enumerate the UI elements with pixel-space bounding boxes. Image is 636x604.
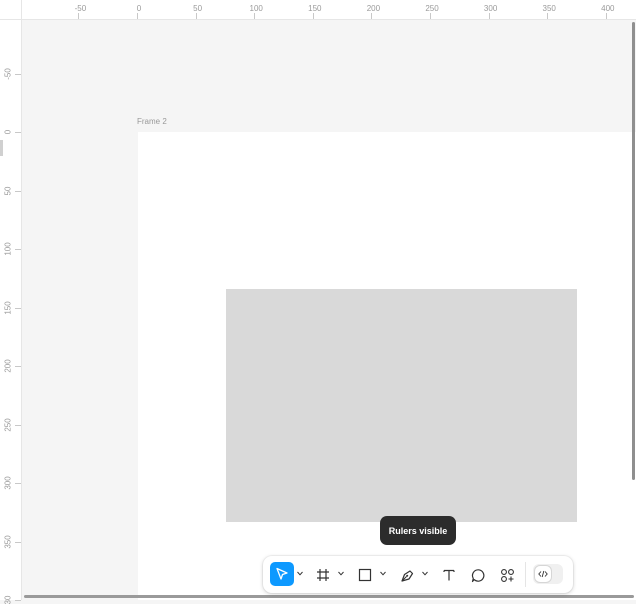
left-ruler-tick	[15, 190, 21, 192]
top-ruler-label: 50	[193, 4, 203, 13]
move-tool-button[interactable]	[270, 562, 294, 586]
toolbar-divider	[525, 562, 526, 587]
left-ruler-label: 150	[3, 300, 13, 315]
rulers-visible-toast: Rulers visible	[380, 516, 456, 545]
shapes-plus-icon	[500, 568, 514, 582]
actions-tool-button[interactable]	[497, 565, 517, 585]
code-brackets-icon	[538, 570, 548, 578]
left-ruler-label: 350	[3, 534, 13, 549]
left-ruler-tick	[15, 600, 21, 601]
dev-mode-toggle[interactable]	[533, 564, 563, 584]
left-ruler: -50 0 50 100 150 200 250 300 350 30	[0, 20, 22, 604]
rectangle-layer[interactable]	[226, 289, 577, 522]
pen-tool-button[interactable]	[397, 565, 417, 585]
top-ruler-tick	[605, 13, 607, 19]
dev-mode-knob	[535, 566, 551, 582]
top-ruler-tick	[547, 13, 549, 19]
left-ruler-tick	[15, 307, 21, 309]
top-ruler-label: 150	[308, 4, 322, 13]
left-ruler-tick	[15, 132, 21, 133]
chevron-down-icon[interactable]	[380, 571, 386, 576]
left-panel-handle[interactable]	[0, 140, 3, 156]
chevron-down-icon[interactable]	[422, 571, 428, 576]
vertical-scrollbar[interactable]	[632, 22, 635, 480]
top-ruler-tick	[371, 13, 373, 19]
comment-tool-button[interactable]	[468, 565, 488, 585]
horizontal-scrollbar[interactable]	[24, 595, 634, 598]
frame-tool-button[interactable]	[313, 565, 333, 585]
rectangle-tool-button[interactable]	[355, 565, 375, 585]
left-ruler-label: 50	[3, 186, 13, 195]
left-ruler-label: 0	[3, 129, 13, 135]
square-icon	[358, 568, 372, 582]
text-t-icon	[443, 569, 455, 581]
left-ruler-tick	[15, 249, 21, 250]
left-ruler-tick	[15, 541, 21, 543]
frame-name-label[interactable]: Frame 2	[137, 117, 167, 126]
left-ruler-tick	[15, 73, 21, 75]
top-ruler-label: 250	[425, 4, 439, 13]
top-ruler: -50 0 50 100 150 200 250 300 350 400	[0, 0, 636, 20]
left-ruler-label: 100	[3, 242, 13, 256]
speech-bubble-icon	[471, 568, 484, 582]
left-ruler-label: -50	[3, 67, 13, 80]
top-ruler-label: 350	[542, 4, 556, 13]
top-ruler-tick	[430, 13, 431, 19]
top-ruler-label: 400	[601, 4, 615, 13]
chevron-down-icon[interactable]	[297, 571, 303, 576]
left-ruler-tick	[15, 366, 21, 367]
top-ruler-label: -50	[74, 4, 87, 13]
left-ruler-label: 250	[3, 417, 13, 432]
top-ruler-tick	[137, 13, 138, 19]
top-ruler-tick	[254, 13, 256, 19]
top-ruler-tick	[195, 13, 197, 19]
text-tool-button[interactable]	[439, 565, 459, 585]
top-ruler-label: 300	[483, 4, 498, 13]
top-ruler-label: 100	[249, 4, 263, 13]
top-ruler-tick	[78, 13, 80, 19]
hash-frame-icon	[317, 569, 329, 581]
top-ruler-tick	[312, 13, 314, 19]
left-ruler-label: 200	[3, 359, 13, 373]
left-ruler-tick	[15, 424, 21, 426]
top-ruler-tick	[488, 13, 490, 19]
top-ruler-label: 200	[366, 4, 381, 13]
top-ruler-label: 0	[136, 4, 142, 13]
left-ruler-tick	[15, 483, 21, 484]
left-ruler-label: 300	[3, 476, 13, 490]
bottom-toolbar	[263, 556, 573, 593]
ruler-corner	[0, 0, 22, 20]
toast-text: Rulers visible	[388, 525, 448, 536]
pen-nib-icon	[400, 569, 413, 582]
chevron-down-icon[interactable]	[338, 571, 344, 576]
cursor-arrow-icon	[276, 567, 288, 580]
